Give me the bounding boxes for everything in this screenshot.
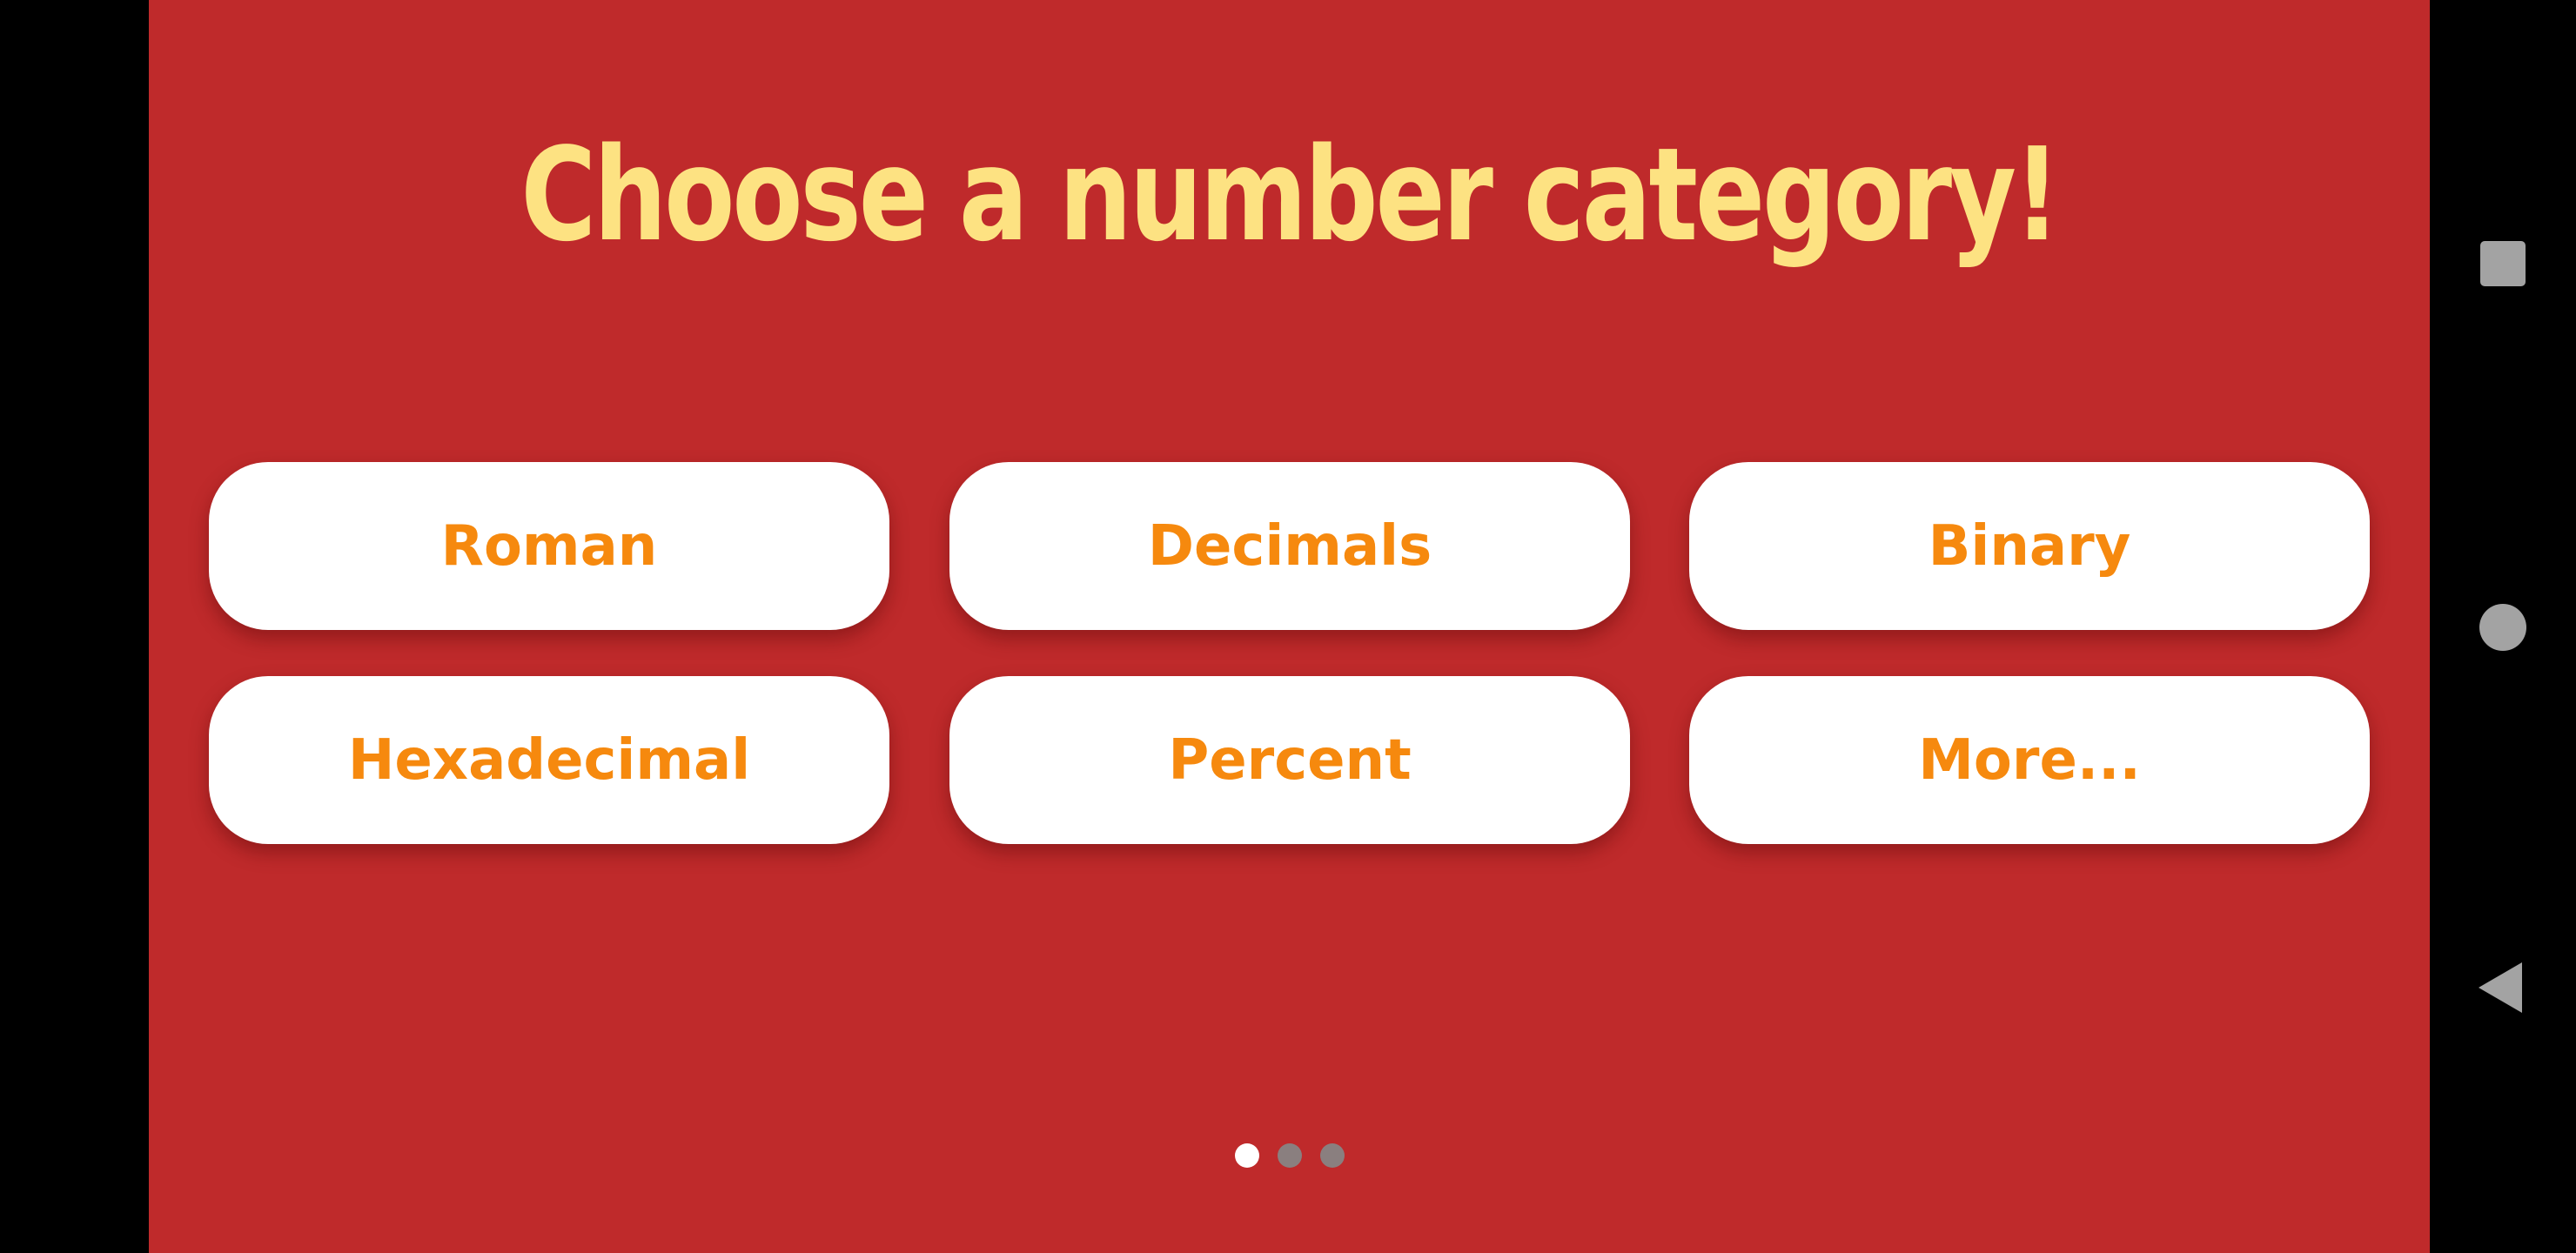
back-icon[interactable]	[2479, 962, 2522, 1013]
page-dot-3[interactable]	[1319, 1143, 1345, 1168]
percent-button[interactable]: Percent	[949, 676, 1630, 844]
binary-button[interactable]: Binary	[1689, 462, 2370, 630]
page-dot-2[interactable]	[1277, 1143, 1302, 1168]
decimals-button[interactable]: Decimals	[949, 462, 1630, 630]
more-button[interactable]: More...	[1689, 676, 2370, 844]
hexadecimal-button[interactable]: Hexadecimal	[209, 676, 889, 844]
page-indicator	[149, 1142, 2430, 1169]
roman-button[interactable]: Roman	[209, 462, 889, 630]
recents-icon[interactable]	[2480, 241, 2526, 286]
category-grid: Roman Decimals Binary Hexadecimal Percen…	[149, 0, 2430, 1253]
app-screen: Choose a number category! Roman Decimals…	[149, 0, 2430, 1253]
home-icon[interactable]	[2479, 604, 2526, 651]
left-inset-bar	[0, 0, 149, 1253]
page-dot-1[interactable]	[1234, 1143, 1259, 1168]
